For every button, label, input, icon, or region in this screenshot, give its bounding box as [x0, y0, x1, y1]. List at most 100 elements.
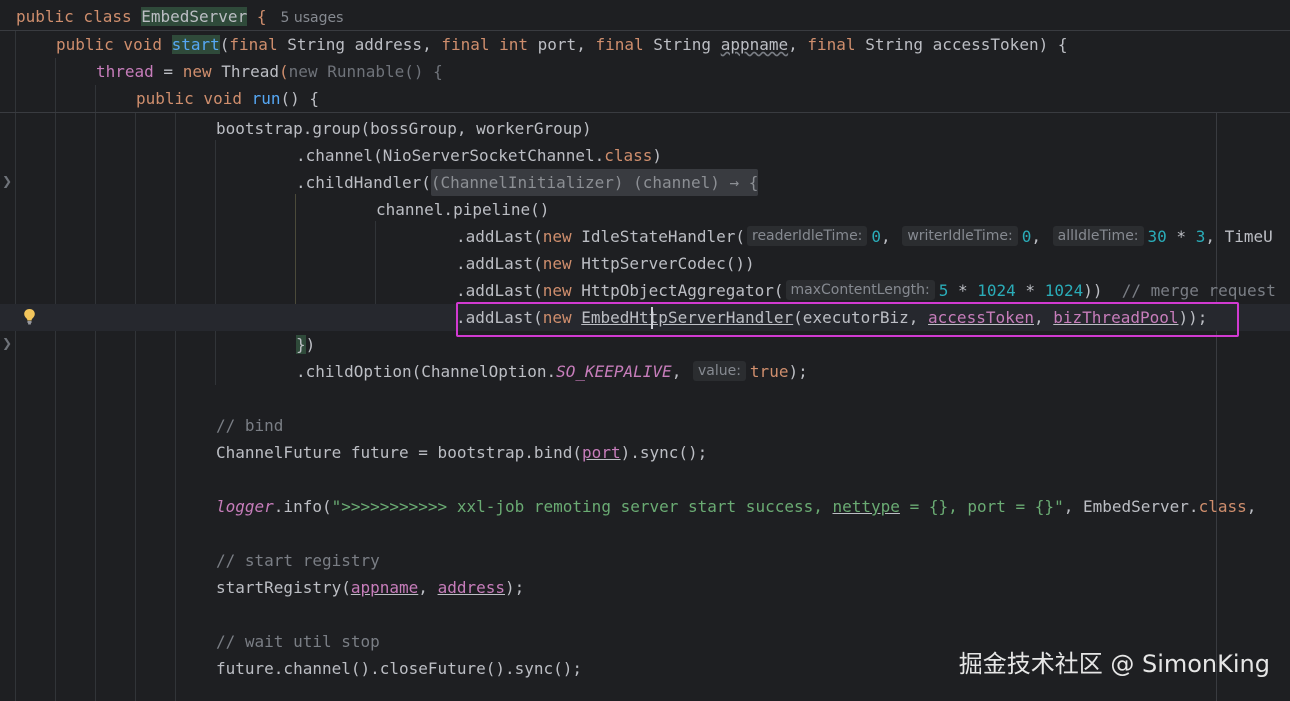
keyword: public void	[136, 89, 252, 108]
constant[interactable]: SO_KEEPALIVE	[556, 362, 672, 381]
code-line-aggregator[interactable]: .addLast(new HttpObjectAggregator(maxCon…	[456, 277, 1276, 304]
code-text: .addLast(	[456, 254, 543, 273]
code-line-comment-wait[interactable]: // wait util stop	[216, 628, 380, 655]
code-line-child-option[interactable]: .childOption(ChannelOption.SO_KEEPALIVE,…	[296, 358, 808, 385]
keyword: class	[604, 146, 653, 165]
code-line-close-brace[interactable]: })	[296, 331, 315, 358]
paren: (	[219, 35, 230, 54]
indent-guide	[215, 140, 216, 385]
code-line-run[interactable]: public void run() {	[136, 85, 319, 112]
field[interactable]: address	[438, 578, 505, 597]
field[interactable]: port	[582, 443, 621, 462]
param: String address,	[287, 35, 442, 54]
code-text: future.channel().closeFuture().sync();	[216, 659, 583, 678]
lightbulb-icon[interactable]	[23, 308, 36, 325]
code-text: , TimeU	[1205, 227, 1273, 246]
code-editor[interactable]: public class EmbedServer {5 usages publi…	[0, 0, 1290, 701]
field[interactable]: accessToken	[928, 308, 1034, 327]
operator: *	[1015, 281, 1045, 300]
paren: );	[788, 362, 808, 381]
code-text: HttpObjectAggregator(	[581, 281, 784, 300]
number: 30	[1147, 227, 1167, 246]
param: appname	[720, 35, 789, 54]
comment: // start registry	[216, 551, 380, 570]
code-line-idle-handler[interactable]: .addLast(new IdleStateHandler(readerIdle…	[456, 223, 1273, 250]
comment: // wait util stop	[216, 632, 380, 651]
code-text: (executorBiz,	[793, 308, 929, 327]
keyword: final int	[441, 35, 538, 54]
code-line-comment-registry[interactable]: // start registry	[216, 547, 380, 574]
class-name[interactable]: EmbedHt	[581, 308, 648, 327]
paren: () {	[280, 89, 320, 108]
text-caret	[651, 307, 653, 329]
code-text: .childHandler(	[296, 173, 431, 192]
code-line-pipeline[interactable]: channel.pipeline()	[376, 196, 549, 223]
comma: ,	[788, 35, 808, 54]
code-line-logger[interactable]: logger.info(">>>>>>>>>>> xxl-job remotin…	[216, 493, 1256, 520]
code-line-bootstrap-group[interactable]: bootstrap.group(bossGroup, workerGroup)	[216, 115, 592, 142]
code-line-close-future[interactable]: future.channel().closeFuture().sync();	[216, 655, 582, 682]
code-line-start-registry[interactable]: startRegistry(appname, address);	[216, 574, 524, 601]
usages-hint[interactable]: 5 usages	[280, 10, 343, 26]
method-name[interactable]: start	[171, 35, 220, 54]
code-text: ).sync();	[620, 443, 708, 462]
code-line-http-codec[interactable]: .addLast(new HttpServerCodec())	[456, 250, 755, 277]
type: String	[653, 35, 721, 54]
code-text: .channel(NioServerSocketChannel.	[296, 146, 605, 165]
comment: // bind	[216, 416, 284, 435]
keyword: new	[542, 227, 582, 246]
indent-guide	[15, 30, 16, 701]
runnable: new Runnable() {	[288, 62, 443, 81]
code-text: .addLast(	[456, 227, 543, 246]
fold-arrow-icon[interactable]: ❯	[2, 336, 12, 350]
field[interactable]: appname	[351, 578, 418, 597]
code-text: ChannelFuture future = bootstrap.bind(	[216, 443, 583, 462]
paren: ))	[1083, 281, 1103, 300]
code-line-thread[interactable]: thread = new Thread(new Runnable() {	[96, 58, 443, 85]
field[interactable]: thread	[96, 62, 154, 81]
class-name[interactable]: EmbedServer	[141, 7, 248, 26]
comma: ,	[1246, 497, 1257, 516]
number: 1024	[977, 281, 1016, 300]
code-line-comment-bind[interactable]: // bind	[216, 412, 283, 439]
paren: );	[505, 578, 525, 597]
code-text: channel.pipeline()	[376, 200, 550, 219]
method-name[interactable]: run	[252, 89, 281, 108]
code-text: .info(	[273, 497, 332, 516]
keyword: new	[542, 281, 582, 300]
number: 1024	[1044, 281, 1084, 300]
type: Thread	[221, 62, 280, 81]
param-hint: writerIdleTime:	[902, 226, 1018, 246]
code-text: IdleStateHandler(	[581, 227, 745, 246]
operator: *	[948, 281, 978, 300]
keyword: public class	[16, 7, 142, 26]
field[interactable]: logger	[216, 497, 274, 516]
brace: }	[296, 335, 306, 354]
code-text: bootstrap.group(bossGroup, workerGroup)	[216, 119, 592, 138]
code-line-start-method[interactable]: public void start(final String address, …	[56, 31, 1067, 58]
code-line-bind[interactable]: ChannelFuture future = bootstrap.bind(po…	[216, 439, 707, 466]
folded-lambda[interactable]: (ChannelInitializer) (channel) → {	[430, 169, 759, 196]
field[interactable]: bizThreadPool	[1053, 308, 1178, 327]
string-var: nettype	[832, 497, 900, 516]
comma: ,	[1031, 227, 1051, 246]
fold-arrow-icon[interactable]: ❯	[2, 174, 12, 188]
code-line-embed-handler[interactable]: .addLast(new EmbedHttpServerHandler(exec…	[0, 304, 1290, 331]
code-text: .addLast(	[456, 308, 543, 327]
keyword: class	[1198, 497, 1247, 516]
number: 5	[938, 281, 949, 300]
comma: ,	[1034, 308, 1054, 327]
class-name[interactable]: tpServerHandler	[649, 308, 794, 327]
brace: {	[247, 7, 267, 26]
keyword: final	[807, 35, 866, 54]
code-line-child-handler[interactable]: .childHandler((ChannelInitializer) (chan…	[296, 169, 759, 196]
paren: (	[279, 62, 289, 81]
indent-guide	[135, 113, 136, 701]
code-line-class-decl[interactable]: public class EmbedServer {5 usages	[16, 2, 343, 32]
code-line-channel[interactable]: .channel(NioServerSocketChannel.class)	[296, 142, 662, 169]
comma: ,	[671, 362, 691, 381]
keyword: final	[229, 35, 288, 54]
keyword: new	[542, 254, 582, 273]
code-text: HttpServerCodec())	[581, 254, 755, 273]
param: String accessToken) {	[865, 35, 1068, 54]
